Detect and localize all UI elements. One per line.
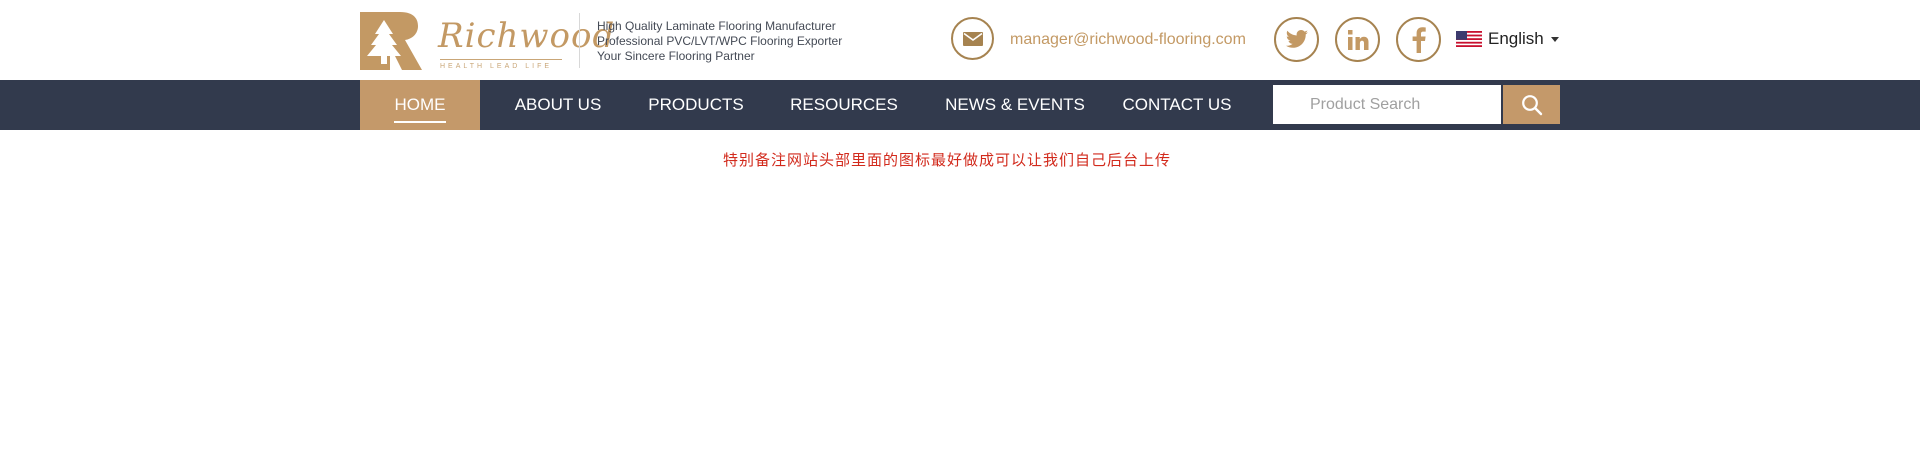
brand-divider	[440, 59, 562, 60]
nav-resources-label: RESOURCES	[790, 95, 898, 114]
twitter-button[interactable]	[1274, 17, 1319, 62]
envelope-icon	[962, 31, 983, 46]
nav-about-us-label: ABOUT US	[514, 95, 602, 114]
linkedin-icon	[1347, 29, 1368, 50]
linkedin-button[interactable]	[1335, 17, 1380, 62]
product-search-input[interactable]	[1273, 85, 1501, 124]
taglines: High Quality Laminate Flooring Manufactu…	[597, 19, 842, 64]
mail-button[interactable]	[951, 17, 994, 60]
nav-contact-us-label: CONTACT US	[1122, 95, 1232, 114]
active-underline	[394, 121, 446, 123]
nav-products[interactable]: PRODUCTS	[646, 80, 746, 130]
language-label: English	[1488, 29, 1544, 48]
nav-news-events-label: NEWS & EVENTS	[945, 95, 1085, 114]
brand-name: Richwood	[438, 16, 616, 56]
us-flag-icon	[1456, 31, 1482, 47]
chevron-down-icon	[1550, 36, 1559, 42]
nav-home-label: HOME	[394, 95, 446, 114]
main-nav: HOME ABOUT US PRODUCTS RESOURCES NEWS & …	[0, 80, 1920, 130]
facebook-icon	[1412, 26, 1426, 53]
email-link[interactable]: manager@richwood-flooring.com	[1010, 30, 1246, 50]
nav-about-us[interactable]: ABOUT US	[510, 80, 606, 130]
tagline-1: High Quality Laminate Flooring Manufactu…	[597, 19, 836, 33]
header-top: Richwood HEALTH LEAD LIFE High Quality L…	[0, 0, 1920, 80]
brand-tagline: HEALTH LEAD LIFE	[440, 63, 553, 70]
logo[interactable]: Richwood HEALTH LEAD LIFE	[360, 12, 614, 70]
nav-resources[interactable]: RESOURCES	[787, 80, 901, 130]
language-selector[interactable]: English	[1456, 28, 1559, 50]
tree-logo-icon	[360, 12, 422, 70]
header-divider	[579, 13, 580, 68]
tagline-2: Professional PVC/LVT/WPC Flooring Export…	[597, 34, 843, 48]
search-button[interactable]	[1503, 85, 1560, 124]
nav-news-events[interactable]: NEWS & EVENTS	[940, 80, 1090, 130]
notice-text: 特别备注网站头部里面的图标最好做成可以让我们自己后台上传	[722, 152, 1171, 169]
nav-contact-us[interactable]: CONTACT US	[1118, 80, 1236, 130]
facebook-button[interactable]	[1396, 17, 1441, 62]
search-icon	[1521, 94, 1542, 115]
nav-home[interactable]: HOME	[360, 80, 480, 130]
nav-products-label: PRODUCTS	[648, 95, 744, 114]
tagline-3: Your Sincere Flooring Partner	[597, 49, 755, 63]
twitter-icon	[1285, 29, 1308, 48]
